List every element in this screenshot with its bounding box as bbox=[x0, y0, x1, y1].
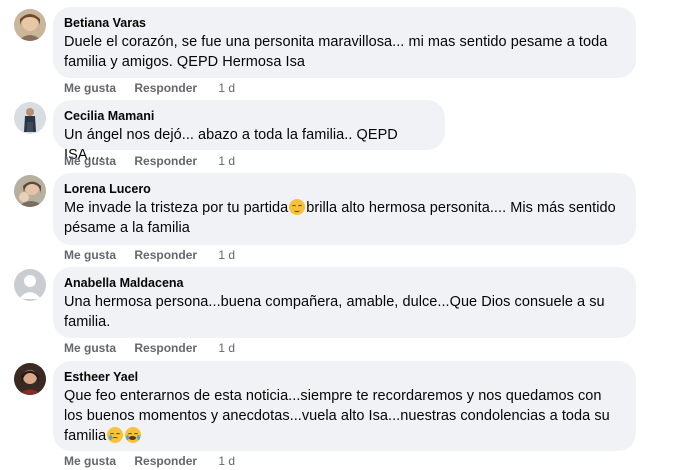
comment-text: Que feo enterarnos de esta noticia...sie… bbox=[64, 386, 624, 446]
comment-text: Una hermosa persona...buena compañera, a… bbox=[64, 294, 605, 330]
reply-button[interactable]: Responder bbox=[134, 454, 197, 468]
comment-bubble: Lorena Lucero Me invade la tristeza por … bbox=[53, 173, 636, 245]
comment-bubble: Betiana Varas Duele el corazón, se fue u… bbox=[53, 7, 636, 78]
comment-bubble: Anabella Maldacena Una hermosa persona..… bbox=[53, 267, 636, 338]
comment-actions: Me gusta Responder 1 d bbox=[64, 340, 235, 356]
sad-face-emoji-icon bbox=[107, 427, 124, 443]
avatar[interactable] bbox=[14, 175, 46, 207]
comment-timestamp[interactable]: 1 d bbox=[218, 248, 235, 262]
comment-bubble: Cecilia Mamani Un ángel nos dejó... abaz… bbox=[53, 100, 445, 163]
like-button[interactable]: Me gusta bbox=[64, 341, 116, 355]
comment-author[interactable]: Betiana Varas bbox=[64, 15, 624, 31]
comment-timestamp[interactable]: 1 d bbox=[218, 341, 235, 355]
comment-actions: Me gusta Responder 1 d bbox=[64, 80, 235, 96]
comment-author[interactable]: Cecilia Mamani bbox=[64, 108, 433, 124]
comment-text-part: Que feo enterarnos de esta noticia...sie… bbox=[64, 388, 610, 444]
comment-timestamp[interactable]: 1 d bbox=[218, 154, 235, 168]
avatar[interactable] bbox=[14, 9, 46, 41]
comment-timestamp[interactable]: 1 d bbox=[218, 454, 235, 468]
comment-timestamp[interactable]: 1 d bbox=[218, 81, 235, 95]
reply-button[interactable]: Responder bbox=[134, 248, 197, 262]
comment-text: Duele el corazón, se fue una personita m… bbox=[64, 34, 608, 70]
comment-author[interactable]: Estheer Yael bbox=[64, 369, 624, 385]
comment-actions: Me gusta Responder 1 d bbox=[64, 453, 235, 469]
comment-text: Me invade la tristeza por tu partida bril… bbox=[64, 198, 624, 238]
like-button[interactable]: Me gusta bbox=[64, 454, 116, 468]
crying-face-emoji-icon bbox=[125, 427, 142, 443]
reply-button[interactable]: Responder bbox=[134, 341, 197, 355]
comment-author[interactable]: Lorena Lucero bbox=[64, 181, 624, 197]
avatar[interactable] bbox=[14, 102, 46, 134]
like-button[interactable]: Me gusta bbox=[64, 154, 116, 168]
comment-actions: Me gusta Responder 1 d bbox=[64, 153, 235, 169]
comment-bubble: Estheer Yael Que feo enterarnos de esta … bbox=[53, 361, 636, 451]
avatar[interactable] bbox=[14, 363, 46, 395]
comment-actions: Me gusta Responder 1 d bbox=[64, 247, 235, 263]
comment-text-part: Me invade la tristeza por tu partida bbox=[64, 200, 289, 216]
like-button[interactable]: Me gusta bbox=[64, 248, 116, 262]
like-button[interactable]: Me gusta bbox=[64, 81, 116, 95]
pensive-face-emoji-icon bbox=[289, 199, 306, 215]
avatar[interactable] bbox=[14, 269, 46, 301]
reply-button[interactable]: Responder bbox=[134, 154, 197, 168]
comment-author[interactable]: Anabella Maldacena bbox=[64, 275, 624, 291]
reply-button[interactable]: Responder bbox=[134, 81, 197, 95]
